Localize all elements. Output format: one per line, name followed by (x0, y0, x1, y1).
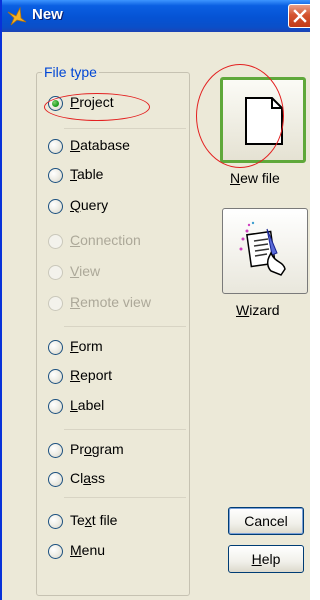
cancel-button[interactable]: Cancel (228, 507, 304, 535)
app-icon (7, 6, 27, 26)
radio-label: View (70, 263, 101, 279)
close-button[interactable] (288, 4, 310, 28)
radio-label: Program (70, 441, 124, 457)
new-file-label: New file (230, 170, 280, 186)
separator (64, 326, 186, 327)
radio-button[interactable] (48, 139, 63, 154)
annotation-circle (44, 93, 150, 121)
title-bar[interactable]: New (2, 0, 310, 32)
file-type-legend: File type (42, 64, 99, 80)
wizard-button[interactable] (222, 208, 308, 294)
help-button[interactable]: Help (228, 545, 304, 573)
new-dialog: New File type Project Database Table Que… (0, 0, 310, 600)
annotation-circle (196, 64, 284, 168)
window-title: New (32, 6, 63, 23)
separator (64, 128, 186, 129)
radio-button[interactable] (48, 340, 63, 355)
radio-label: Class (70, 470, 106, 486)
radio-label: Text file (70, 512, 118, 528)
radio-button (48, 265, 63, 280)
radio-label: Database (70, 137, 130, 153)
radio-label: Table (70, 166, 104, 182)
radio-button[interactable] (48, 472, 63, 487)
radio-button[interactable] (48, 369, 63, 384)
close-icon (293, 9, 307, 23)
separator (64, 429, 186, 430)
radio-label: Query (70, 197, 109, 213)
radio-button[interactable] (48, 443, 63, 458)
radio-label: Connection (70, 232, 141, 248)
radio-button[interactable] (48, 168, 63, 183)
radio-label: Label (70, 397, 105, 413)
radio-label: Remote view (70, 294, 151, 310)
wizard-label: Wizard (236, 302, 280, 318)
radio-button[interactable] (48, 399, 63, 414)
radio-label: Report (70, 367, 113, 383)
radio-button (48, 234, 63, 249)
radio-button[interactable] (48, 544, 63, 559)
radio-label: Form (70, 338, 103, 354)
separator (64, 497, 186, 498)
radio-button[interactable] (48, 199, 63, 214)
radio-button (48, 296, 63, 311)
wizard-icon (239, 221, 286, 276)
radio-button[interactable] (48, 514, 63, 529)
radio-label: Menu (70, 542, 106, 558)
